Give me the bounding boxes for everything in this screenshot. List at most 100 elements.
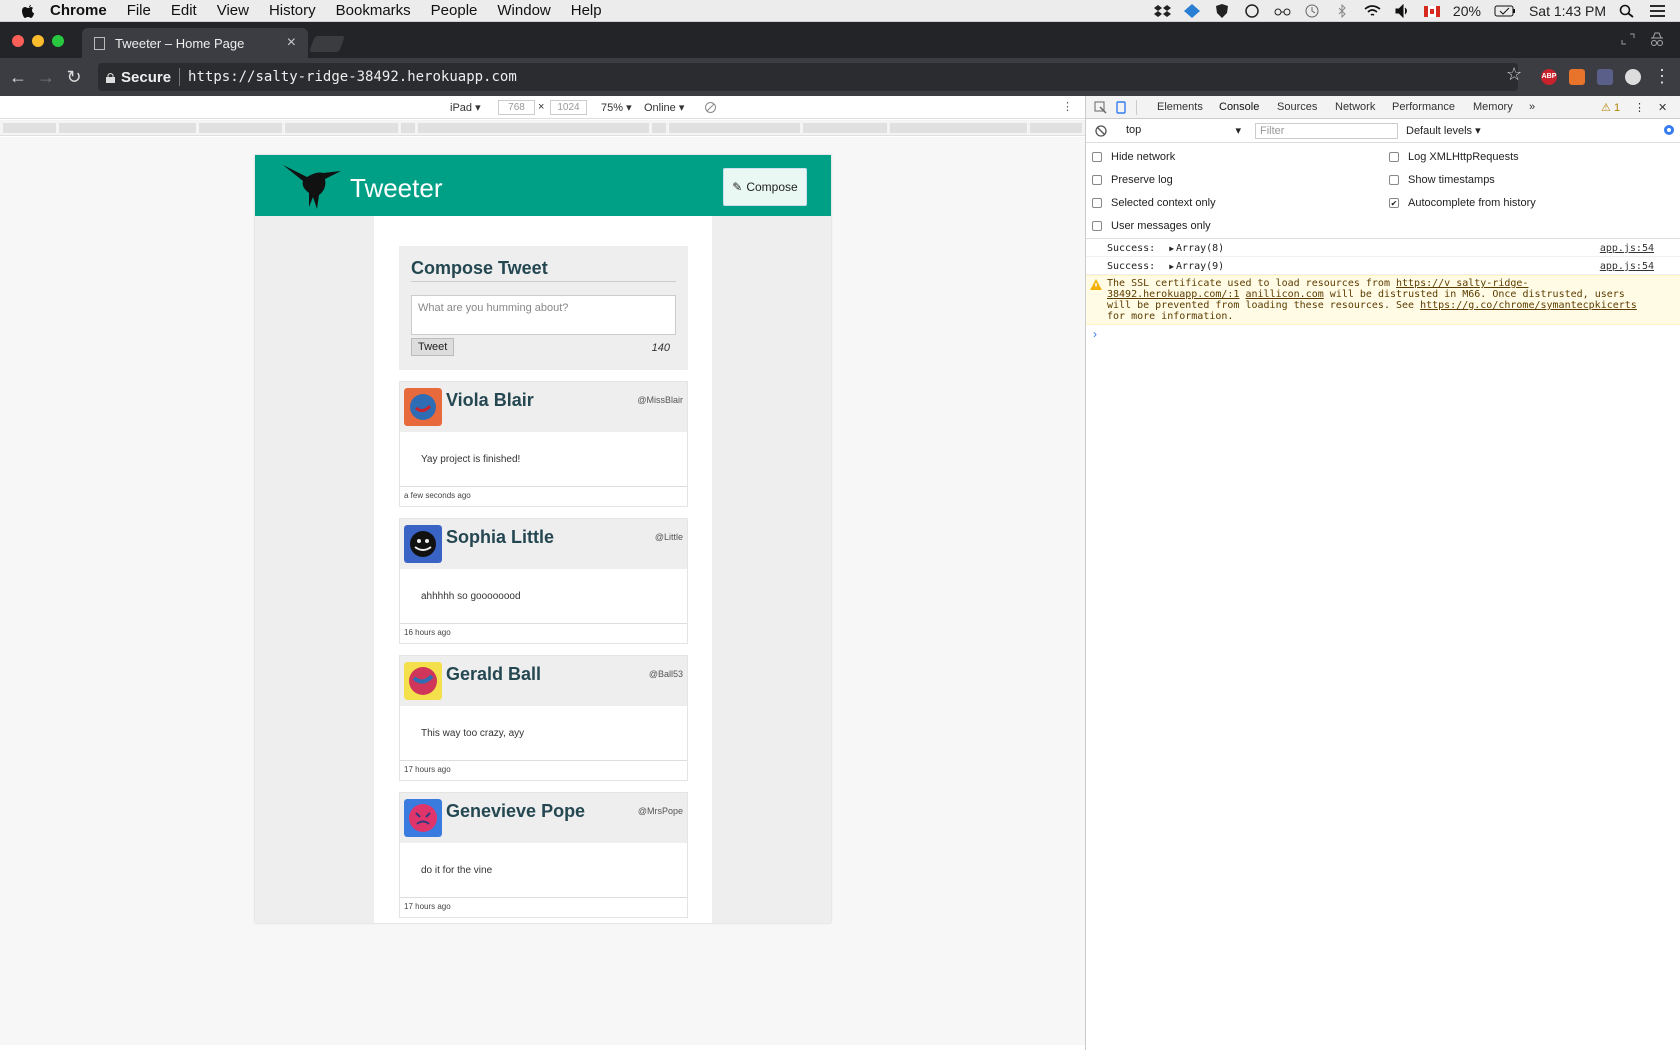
main-container: Compose Tweet What are you humming about… xyxy=(374,216,712,923)
window-maximize-button[interactable] xyxy=(52,35,64,47)
checkbox[interactable] xyxy=(1092,175,1102,185)
tab-memory[interactable]: Memory xyxy=(1473,101,1513,113)
sync-icon[interactable] xyxy=(1244,4,1261,18)
tweet-author-name: Genevieve Pope xyxy=(446,801,586,821)
forward-arrow-icon[interactable]: → xyxy=(36,67,56,88)
devtools-close-icon[interactable]: ✕ xyxy=(1658,101,1667,114)
log-levels-select[interactable]: Default levels ▾ xyxy=(1406,124,1481,137)
throttle-select[interactable]: Online ▾ xyxy=(644,101,684,114)
console-filter-bar: top ▾ Filter Default levels ▾ xyxy=(1086,119,1680,143)
glasses-icon[interactable] xyxy=(1274,4,1291,18)
option-log-xhr[interactable]: Log XMLHttpRequests xyxy=(1389,151,1519,163)
chrome-menu-icon[interactable]: ⋮ xyxy=(1652,66,1672,87)
tab-performance[interactable]: Performance xyxy=(1392,101,1455,113)
clear-console-icon[interactable] xyxy=(1095,125,1107,137)
option-selected-context[interactable]: Selected context only xyxy=(1092,197,1216,209)
checkbox[interactable] xyxy=(1092,221,1102,231)
url-text[interactable]: https://salty-ridge-38492.herokuapp.com xyxy=(188,69,517,85)
console-prompt[interactable]: › xyxy=(1086,325,1680,341)
wifi-icon[interactable] xyxy=(1364,4,1381,18)
tweet-timestamp: 17 hours ago xyxy=(404,765,451,774)
tweet-text: ahhhhh so goooooood xyxy=(400,569,687,624)
checkbox[interactable] xyxy=(1092,198,1102,208)
warning-link[interactable]: anillicon.com xyxy=(1245,289,1323,300)
menu-bookmarks[interactable]: Bookmarks xyxy=(336,2,411,19)
extension-1password-icon[interactable] xyxy=(1625,69,1641,85)
back-arrow-icon[interactable]: ← xyxy=(8,67,28,88)
tab-elements[interactable]: Elements xyxy=(1157,101,1203,113)
width-input[interactable]: 768 xyxy=(498,100,535,115)
macos-menubar: Chrome File Edit View History Bookmarks … xyxy=(0,0,1680,22)
tweet-submit-button[interactable]: Tweet xyxy=(411,338,455,356)
tweet-textarea[interactable]: What are you humming about? xyxy=(411,295,676,335)
vpn-icon[interactable] xyxy=(1183,4,1201,18)
option-user-messages[interactable]: User messages only xyxy=(1092,220,1211,232)
height-input[interactable]: 1024 xyxy=(550,100,587,115)
battery-percent[interactable]: 20% xyxy=(1453,3,1481,19)
warning-counter[interactable]: ⚠ 1 xyxy=(1601,101,1620,114)
window-close-button[interactable] xyxy=(12,35,24,47)
option-autocomplete-history[interactable]: ✔ Autocomplete from history xyxy=(1389,197,1536,209)
inspect-element-icon[interactable] xyxy=(1094,101,1107,114)
menu-people[interactable]: People xyxy=(431,2,478,19)
device-select[interactable]: iPad ▾ xyxy=(450,101,481,114)
menu-view[interactable]: View xyxy=(217,2,249,19)
tweet-text: do it for the vine xyxy=(400,843,687,898)
shield-icon[interactable] xyxy=(1214,4,1231,18)
tab-close-icon[interactable]: × xyxy=(287,34,296,52)
menu-file[interactable]: File xyxy=(127,2,151,19)
adblock-plus-icon[interactable]: ABP xyxy=(1541,69,1557,85)
input-source-flag-icon[interactable] xyxy=(1423,5,1440,17)
notification-center-icon[interactable] xyxy=(1649,4,1666,18)
checkbox-checked[interactable]: ✔ xyxy=(1389,198,1399,208)
extension-dots-icon[interactable] xyxy=(1597,69,1613,85)
battery-icon[interactable] xyxy=(1494,4,1516,18)
compose-button[interactable]: ✎ Compose xyxy=(723,168,807,206)
dropbox-icon[interactable] xyxy=(1153,4,1171,18)
menu-history[interactable]: History xyxy=(269,2,316,19)
checkbox[interactable] xyxy=(1092,152,1102,162)
bluetooth-icon[interactable] xyxy=(1334,4,1351,18)
context-select[interactable]: top ▾ xyxy=(1126,124,1241,137)
fullscreen-icon[interactable] xyxy=(1620,32,1636,46)
browser-tab-active[interactable]: Tweeter – Home Page × xyxy=(82,28,308,58)
tab-sources[interactable]: Sources xyxy=(1277,101,1317,113)
option-show-timestamps[interactable]: Show timestamps xyxy=(1389,174,1495,186)
console-settings-gear-icon[interactable] xyxy=(1662,123,1676,137)
option-hide-network[interactable]: Hide network xyxy=(1092,151,1175,163)
tab-network[interactable]: Network xyxy=(1335,101,1375,113)
more-tabs-icon[interactable]: » xyxy=(1529,101,1535,113)
extension-orange-icon[interactable] xyxy=(1569,69,1585,85)
menu-window[interactable]: Window xyxy=(497,2,550,19)
apple-logo-icon[interactable] xyxy=(20,3,36,19)
device-toggle-icon[interactable] xyxy=(1114,101,1127,114)
expandable-array[interactable]: ▶ Array(8) xyxy=(1169,243,1224,254)
time-machine-icon[interactable] xyxy=(1304,4,1321,18)
expandable-array[interactable]: ▶ Array(9) xyxy=(1169,261,1224,272)
menu-edit[interactable]: Edit xyxy=(171,2,197,19)
source-link[interactable]: app.js:54 xyxy=(1600,243,1654,254)
checkbox[interactable] xyxy=(1389,175,1399,185)
source-link[interactable]: app.js:54 xyxy=(1600,261,1654,272)
tweet-author-name: Gerald Ball xyxy=(446,664,542,684)
reload-icon[interactable]: ↻ xyxy=(64,67,84,88)
warning-link[interactable]: https://g.co/chrome/symantecpkicerts xyxy=(1420,300,1637,311)
tab-console[interactable]: Console xyxy=(1219,101,1259,113)
address-bar[interactable]: Secure https://salty-ridge-38492.herokua… xyxy=(98,63,1518,91)
bookmark-star-icon[interactable]: ☆ xyxy=(1506,64,1522,85)
option-preserve-log[interactable]: Preserve log xyxy=(1092,174,1173,186)
menu-chrome[interactable]: Chrome xyxy=(50,2,107,19)
volume-icon[interactable] xyxy=(1394,4,1411,18)
zoom-select[interactable]: 75% ▾ xyxy=(601,101,632,114)
console-filter-input[interactable]: Filter xyxy=(1255,123,1398,139)
device-more-icon[interactable]: ⋮ xyxy=(1062,100,1073,113)
menu-help[interactable]: Help xyxy=(571,2,602,19)
new-tab-button[interactable] xyxy=(309,36,345,52)
window-minimize-button[interactable] xyxy=(32,35,44,47)
incognito-profile-icon[interactable] xyxy=(1648,30,1666,48)
menubar-clock[interactable]: Sat 1:43 PM xyxy=(1529,3,1606,19)
rotate-icon[interactable] xyxy=(704,101,717,114)
spotlight-search-icon[interactable] xyxy=(1619,4,1636,18)
devtools-menu-icon[interactable]: ⋮ xyxy=(1634,101,1645,114)
checkbox[interactable] xyxy=(1389,152,1399,162)
